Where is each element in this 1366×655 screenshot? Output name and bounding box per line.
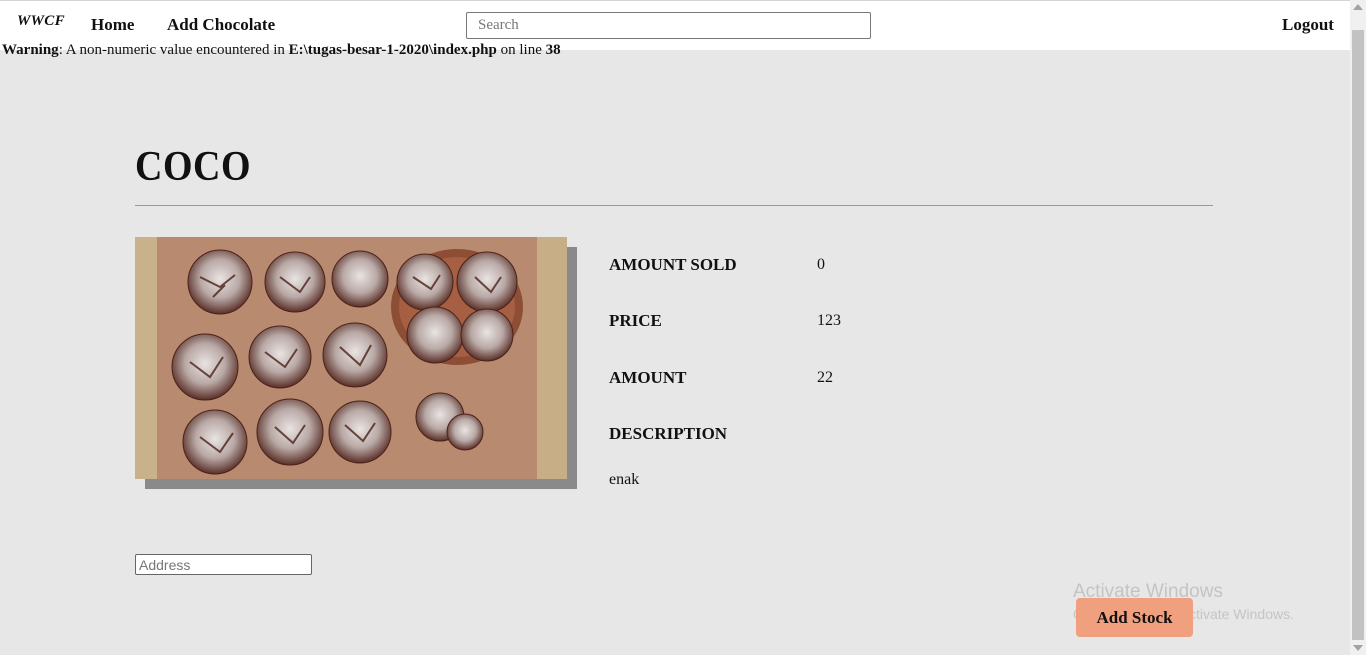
title-divider (135, 205, 1213, 206)
warning-path: E:\tugas-besar-1-2020\index.php (288, 42, 497, 58)
product-image (135, 237, 567, 479)
product-title: COCO (135, 143, 251, 191)
description-label: DESCRIPTION (609, 424, 728, 443)
nav-home-link[interactable]: Home (91, 15, 134, 35)
warning-text: : A non-numeric value encountered in (58, 42, 289, 58)
warning-label: Warning (2, 42, 59, 58)
scroll-thumb[interactable] (1352, 30, 1364, 640)
scroll-down-arrow-icon[interactable] (1353, 645, 1363, 651)
amount-sold-label: AMOUNT SOLD (609, 255, 737, 274)
price-value: 123 (817, 312, 841, 329)
warning-text-line: on line (496, 42, 546, 58)
price-label: PRICE (609, 311, 662, 330)
description-text: enak (609, 471, 640, 488)
crinkle-cookies-photo-icon (135, 237, 567, 479)
warning-line-number: 38 (545, 42, 561, 58)
add-stock-button[interactable]: Add Stock (1076, 598, 1193, 637)
brand-logo[interactable]: WWCF (17, 13, 65, 30)
nav-add-chocolate-link[interactable]: Add Chocolate (167, 15, 275, 35)
logout-link[interactable]: Logout (1282, 15, 1334, 35)
vertical-scrollbar[interactable] (1350, 0, 1366, 655)
amount-sold-value: 0 (817, 256, 825, 273)
address-input[interactable] (135, 554, 312, 575)
amount-value: 22 (817, 369, 833, 386)
amount-label: AMOUNT (609, 368, 687, 387)
php-warning: Warning: A non-numeric value encountered… (2, 42, 561, 59)
search-input[interactable] (466, 12, 871, 39)
scroll-up-arrow-icon[interactable] (1353, 4, 1363, 10)
